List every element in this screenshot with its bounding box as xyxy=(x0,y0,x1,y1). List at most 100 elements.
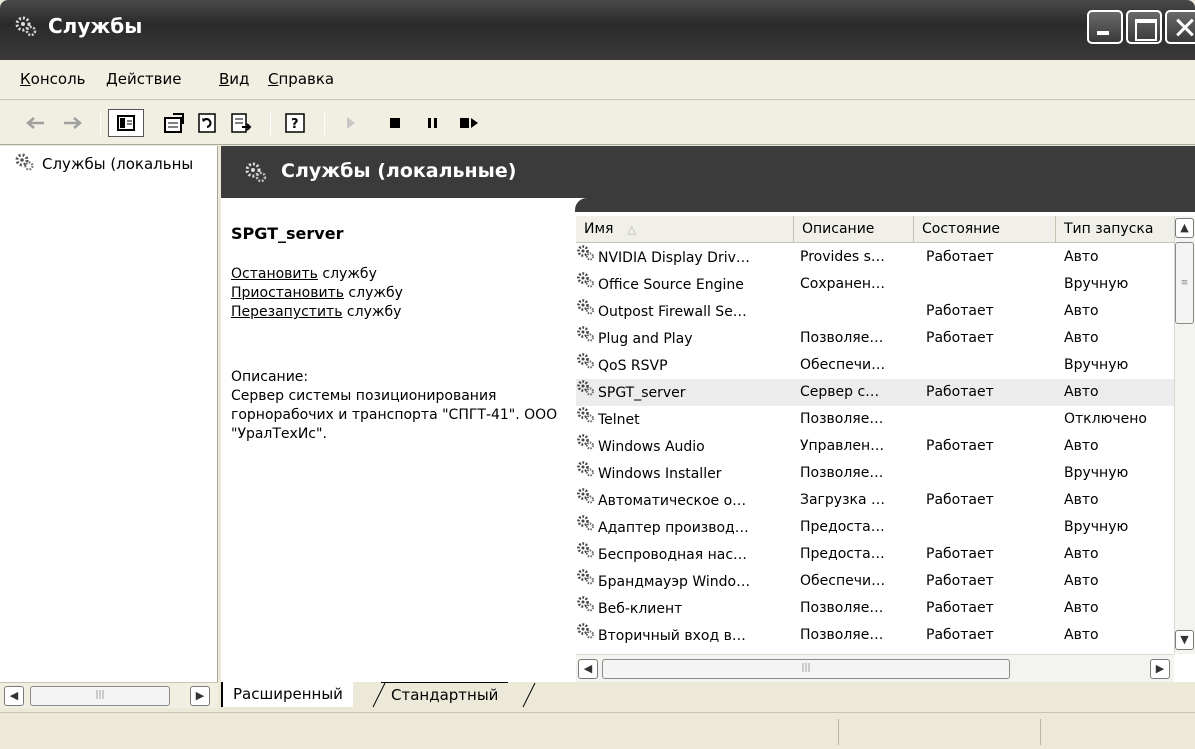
service-name: Беспроводная нас… xyxy=(598,546,748,563)
refresh-icon[interactable] xyxy=(194,109,220,137)
service-detail: SPGT_server Остановить службу Приостанов… xyxy=(231,224,571,444)
minimize-button[interactable] xyxy=(1087,10,1123,44)
gears-icon xyxy=(243,160,269,188)
scroll-down-icon[interactable]: ▼ xyxy=(1175,630,1194,650)
tab-standard[interactable]: Стандартный xyxy=(381,682,509,707)
show-hide-tree-icon[interactable] xyxy=(108,109,144,137)
scroll-left-icon[interactable]: ◀ xyxy=(4,686,24,706)
menu-console[interactable]: Консоль xyxy=(20,70,86,88)
column-startup-type[interactable]: Тип запуска xyxy=(1056,216,1174,243)
service-name-cell: QoS RSVP xyxy=(576,352,794,379)
service-description: Сервер с… xyxy=(800,384,880,400)
service-row[interactable]: Windows Audio Управлен… Работает Авто xyxy=(576,433,1174,460)
list-horizontal-scrollbar[interactable]: ◀ ||| ▶ xyxy=(576,654,1174,682)
service-row[interactable]: NVIDIA Display Driv… Provides s… Работае… xyxy=(576,244,1174,271)
service-startup-type: Авто xyxy=(1064,627,1099,643)
service-description: Загрузка … xyxy=(800,492,886,508)
details-pane: Службы (локальные) SPGT_server Остановит… xyxy=(221,146,1195,682)
service-gear-icon xyxy=(576,460,596,487)
service-startup-type: Вручную xyxy=(1064,276,1129,292)
service-name: Windows Audio xyxy=(598,438,705,455)
restart-service-link[interactable]: Перезапустить xyxy=(231,304,342,320)
scroll-up-icon[interactable]: ▲ xyxy=(1175,218,1194,238)
service-row[interactable]: Веб-клиент Позволяе… Работает Авто xyxy=(576,595,1174,622)
service-row[interactable]: Outpost Firewall Se… Работает Авто xyxy=(576,298,1174,325)
stop-service-icon[interactable] xyxy=(384,109,406,137)
service-status: Работает xyxy=(926,249,994,265)
help-icon[interactable]: ? xyxy=(282,109,310,137)
service-description: Позволяе… xyxy=(800,627,884,643)
service-name: Брандмауэр Windo… xyxy=(598,573,751,590)
start-service-icon[interactable] xyxy=(340,109,362,137)
scroll-right-icon[interactable]: ▶ xyxy=(190,686,210,706)
service-name-cell: Адаптер производ… xyxy=(576,514,794,541)
service-name-cell: Веб-клиент xyxy=(576,595,794,622)
service-status: Работает xyxy=(926,438,994,454)
service-status: Работает xyxy=(926,303,994,319)
service-description: Предоста… xyxy=(800,519,885,535)
list-header: Имя △ Описание Состояние Тип запуска xyxy=(576,216,1174,243)
properties-icon[interactable] xyxy=(160,109,188,137)
service-status: Работает xyxy=(926,600,994,616)
view-tabs: Расширенный Стандартный xyxy=(221,682,1195,708)
scroll-thumb[interactable]: ≡ xyxy=(1175,242,1194,324)
service-status: Работает xyxy=(926,627,994,643)
service-startup-type: Авто xyxy=(1064,438,1099,454)
services-window: Службы Консоль Действие Вид Справка ? Сл… xyxy=(0,0,1195,749)
forward-icon[interactable] xyxy=(60,109,86,137)
service-row[interactable]: Windows Installer Позволяе… Вручную xyxy=(576,460,1174,487)
service-row[interactable]: Office Source Engine Сохранен… Вручную xyxy=(576,271,1174,298)
title-bar[interactable]: Службы xyxy=(0,0,1195,60)
back-icon[interactable] xyxy=(22,109,48,137)
pause-service-link[interactable]: Приостановить xyxy=(231,285,344,301)
tree-horizontal-scrollbar[interactable]: ◀ ||| ▶ xyxy=(0,682,218,708)
service-name-cell: Беспроводная нас… xyxy=(576,541,794,568)
service-name-cell: Telnet xyxy=(576,406,794,433)
maximize-button[interactable] xyxy=(1126,10,1162,44)
list-vertical-scrollbar[interactable]: ▲ ≡ ▼ xyxy=(1174,216,1195,654)
menu-action[interactable]: Действие xyxy=(106,70,182,88)
column-status[interactable]: Состояние xyxy=(914,216,1056,243)
menu-view[interactable]: Вид xyxy=(219,70,249,88)
service-startup-type: Авто xyxy=(1064,492,1099,508)
link-suffix: службу xyxy=(343,285,403,301)
service-row[interactable]: Брандмауэр Windo… Обеспечи… Работает Авт… xyxy=(576,568,1174,595)
service-row[interactable]: Автоматическое о… Загрузка … Работает Ав… xyxy=(576,487,1174,514)
service-startup-type: Авто xyxy=(1064,249,1099,265)
service-row[interactable]: Вторичный вход в… Позволяе… Работает Авт… xyxy=(576,622,1174,649)
restart-service-icon[interactable] xyxy=(456,109,482,137)
tree-item-services-local[interactable]: Службы (локальны xyxy=(14,152,193,176)
service-gear-icon xyxy=(576,379,596,406)
service-name: Автоматическое о… xyxy=(598,492,747,509)
service-row[interactable]: Адаптер производ… Предоста… Вручную xyxy=(576,514,1174,541)
service-name: Plug and Play xyxy=(598,330,693,347)
scroll-right-icon[interactable]: ▶ xyxy=(1150,659,1170,679)
service-row[interactable]: Беспроводная нас… Предоста… Работает Авт… xyxy=(576,541,1174,568)
console-tree: Службы (локальны xyxy=(0,146,218,682)
column-name[interactable]: Имя △ xyxy=(576,216,794,243)
panel-header: Службы (локальные) xyxy=(221,146,1195,198)
service-startup-type: Авто xyxy=(1064,384,1099,400)
service-row[interactable]: QoS RSVP Обеспечи… Вручную xyxy=(576,352,1174,379)
pause-service-icon[interactable] xyxy=(422,109,444,137)
close-button[interactable] xyxy=(1165,10,1195,44)
service-name-cell: SPGT_server xyxy=(576,379,794,406)
scroll-thumb[interactable]: ||| xyxy=(30,686,170,706)
column-description[interactable]: Описание xyxy=(794,216,914,243)
service-row[interactable]: Plug and Play Позволяе… Работает Авто xyxy=(576,325,1174,352)
stop-service-link[interactable]: Остановить xyxy=(231,266,318,282)
service-gear-icon xyxy=(576,406,596,433)
export-list-icon[interactable] xyxy=(228,109,254,137)
menu-help[interactable]: Справка xyxy=(268,70,334,88)
tab-extended[interactable]: Расширенный xyxy=(221,682,353,707)
toolbar-separator xyxy=(100,111,101,135)
scroll-thumb[interactable]: ||| xyxy=(602,659,1010,679)
service-description: Позволяе… xyxy=(800,330,884,346)
service-name-cell: Брандмауэр Windo… xyxy=(576,568,794,595)
service-description: Позволяе… xyxy=(800,600,884,616)
scroll-left-icon[interactable]: ◀ xyxy=(578,659,598,679)
service-startup-type: Авто xyxy=(1064,330,1099,346)
service-row[interactable]: SPGT_server Сервер с… Работает Авто xyxy=(576,379,1174,406)
service-row[interactable]: Telnet Позволяе… Отключено xyxy=(576,406,1174,433)
service-name-cell: Windows Installer xyxy=(576,460,794,487)
